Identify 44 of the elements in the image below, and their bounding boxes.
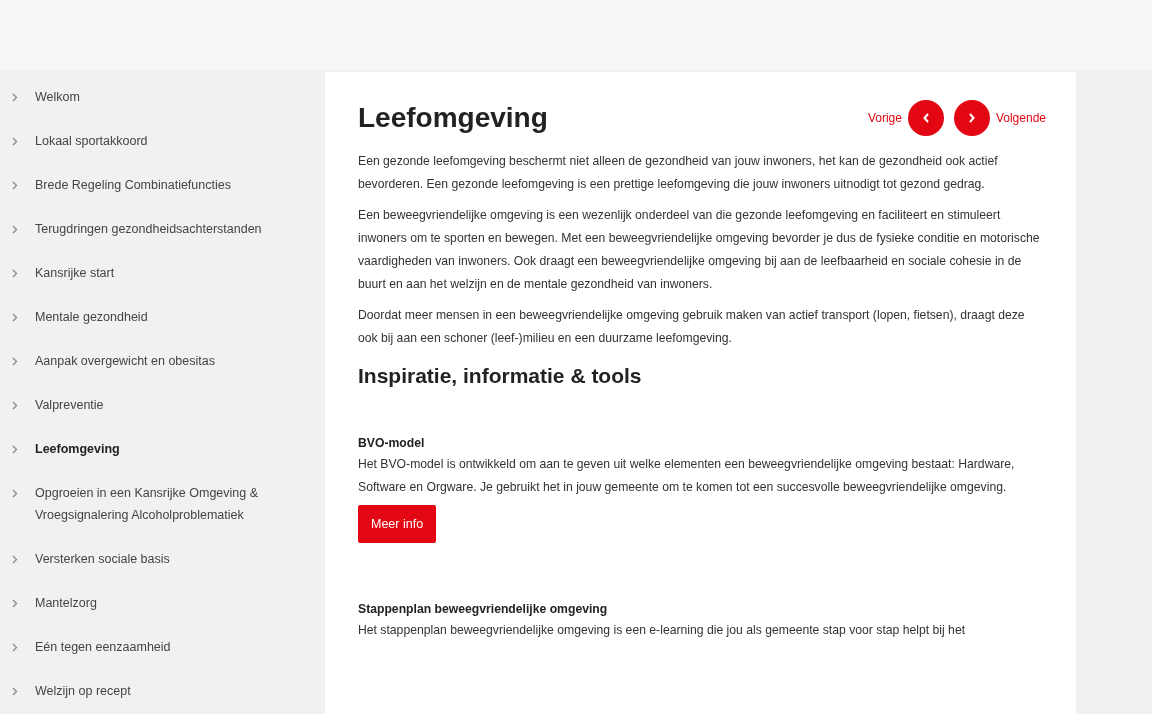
sidebar-item[interactable]: Aanpak overgewicht en obesitas <box>0 350 319 372</box>
chevron-icon <box>12 357 18 366</box>
chevron-icon <box>12 93 18 102</box>
sidebar-item[interactable]: Welzijn op recept <box>0 680 319 702</box>
sidebar-item[interactable]: Lokaal sportakkoord <box>0 130 319 152</box>
previous-link[interactable]: Vorige <box>867 111 902 125</box>
sidebar-item[interactable]: Brede Regeling Combinatiefuncties <box>0 174 319 196</box>
chevron-icon <box>12 269 18 278</box>
chevron-icon <box>12 225 18 234</box>
chevron-icon <box>12 181 18 190</box>
section-heading: Inspiratie, informatie & tools <box>358 364 643 388</box>
previous-button[interactable] <box>907 100 944 136</box>
next-button[interactable] <box>953 100 990 136</box>
sidebar-item[interactable]: Kansrijke start <box>0 262 319 284</box>
sidebar-item[interactable]: Mentale gezondheid <box>0 306 319 328</box>
sidebar-item[interactable]: Terugdringen gezondheidsachterstanden <box>0 218 319 240</box>
sidebar-item[interactable]: Welkom <box>0 86 319 108</box>
chevron-right-icon <box>968 113 975 123</box>
sidebar-item[interactable]: Opgroeien in een Kansrijke Omgeving & Vroegsignalering Alcoholproblematiek <box>0 482 319 526</box>
resource-title: BVO-model <box>358 435 426 452</box>
body-paragraph: Een gezonde leefomgeving beschermt niet alleen de gezondheid van jouw inwoners, het kan de gezondheid ook actief bevorderen. Een gezonde leefomgeving is een prettige leefomgeving die jouw inwoners uitnodigt tot gezond gedrag. <box>358 153 999 193</box>
sidebar-item[interactable]: Valpreventie <box>0 394 319 416</box>
more-info-button[interactable]: Meer info <box>358 505 437 543</box>
chevron-icon <box>12 599 18 608</box>
chevron-icon <box>12 489 18 498</box>
resource-description: Het stappenplan beweegvriendelijke omgeving is een e-learning die jou als gemeente stap voor stap helpt bij het <box>358 622 967 639</box>
page-title: Leefomgeving <box>358 102 548 134</box>
chevron-icon <box>12 137 18 146</box>
chevron-icon <box>12 555 18 564</box>
resource-title: Stappenplan beweegvriendelijke omgeving <box>358 601 609 618</box>
body-paragraph: Doordat meer mensen in een beweegvriendelijke omgeving gebruik maken van actief transport (lopen, fietsen), draagt deze ook bij aan een schoner (leef-)milieu en een duurzame leefomgeving. <box>358 307 1026 347</box>
chevron-icon <box>12 643 18 652</box>
chevron-icon <box>12 687 18 696</box>
chevron-left-icon <box>922 113 929 123</box>
sidebar-item[interactable]: Mantelzorg <box>0 592 319 614</box>
next-link[interactable]: Volgende <box>995 111 1046 125</box>
sidebar-item[interactable]: Versterken sociale basis <box>0 548 319 570</box>
sidebar-item[interactable]: Eén tegen eenzaamheid <box>0 636 319 658</box>
sidebar-item[interactable]: Leefomgeving <box>0 438 319 460</box>
chevron-icon <box>12 313 18 322</box>
chevron-icon <box>12 401 18 410</box>
resource-description: Het BVO-model is ontwikkeld om aan te geven uit welke elementen een beweegvriendelijke omgeving bestaat: Hardware, Software en Orgware. Je gebruikt het in jouw gemeente om te komen tot een succesvolle beweegvriendelijke omgeving. <box>358 456 1016 496</box>
chevron-icon <box>12 445 18 454</box>
body-paragraph: Een beweegvriendelijke omgeving is een wezenlijk onderdeel van die gezonde leefomgeving en faciliteert en stimuleert inwoners om te sporten en bewegen. Met een beweegvriendelijke omgeving bevorder je dus de fysieke conditie en motorische vaardigheden van inwoners. Ook draagt een beweegvriendelijke omgeving bij aan de leefbaarheid en sociale cohesie in de buurt en aan het welzijn en de mentale gezondheid van inwoners. <box>358 207 1041 293</box>
